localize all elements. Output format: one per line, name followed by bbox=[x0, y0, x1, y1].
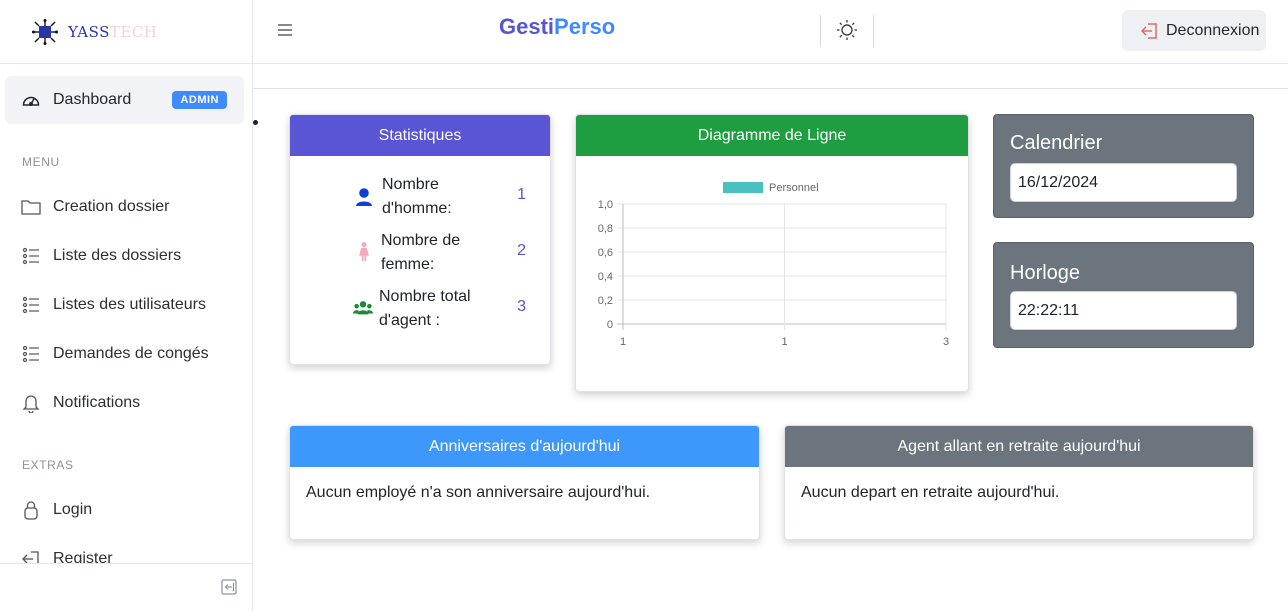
lock-icon bbox=[21, 500, 41, 520]
birthdays-message: Aucun employé n'a son anniversaire aujou… bbox=[306, 484, 651, 501]
stats-card-title: Statistiques bbox=[290, 115, 550, 156]
sidebar-item-label: Liste des dossiers bbox=[53, 247, 182, 264]
y-tick-label: 0,8 bbox=[598, 223, 613, 235]
stat-row-total: Nombre total d'agent : 3 bbox=[290, 284, 550, 336]
bell-icon bbox=[21, 393, 41, 413]
brand-title: GestiPerso bbox=[499, 14, 616, 39]
retirement-title: Agent allant en retraite aujourd'hui bbox=[785, 426, 1253, 467]
sidebar-item-label: Demandes de congés bbox=[53, 345, 209, 362]
y-tick-label: 0 bbox=[607, 319, 613, 331]
retirement-message: Aucun depart en retraite aujourd'hui. bbox=[801, 484, 1060, 501]
stat-value: 1 bbox=[517, 186, 526, 203]
sidebar-item-listes-utilisateurs[interactable]: Listes des utilisateurs bbox=[0, 285, 252, 325]
legend-label: Personnel bbox=[769, 182, 819, 194]
stray-bullet bbox=[253, 120, 258, 125]
logout-icon bbox=[1141, 22, 1157, 39]
stat-value: 2 bbox=[517, 242, 526, 259]
line-chart-card: Diagramme de Ligne Personnel 1,0 0,8 0,6 0,4… bbox=[575, 114, 969, 392]
x-tick-label: 1 bbox=[620, 336, 626, 348]
stat-value: 3 bbox=[517, 298, 526, 315]
stat-row-male: Nombre d'homme: 1 bbox=[290, 172, 550, 224]
y-tick-label: 0,4 bbox=[598, 271, 613, 283]
calendar-title: Calendrier bbox=[1010, 132, 1103, 154]
sub-header-bar bbox=[253, 64, 1288, 89]
sidebar-item-demandes-conges[interactable]: Demandes de congés bbox=[0, 334, 252, 374]
stat-label: Nombre d'homme: bbox=[382, 176, 452, 217]
divider bbox=[873, 15, 874, 47]
y-tick-label: 0,6 bbox=[598, 247, 613, 259]
hamburger-menu-icon[interactable] bbox=[277, 23, 293, 37]
sidebar-item-dashboard[interactable]: Dashboard ADMIN bbox=[5, 76, 244, 124]
clock-time-input[interactable] bbox=[1010, 291, 1237, 330]
divider bbox=[820, 15, 821, 47]
male-icon bbox=[356, 188, 372, 206]
y-tick-label: 1,0 bbox=[598, 199, 613, 211]
logo-icon bbox=[32, 18, 58, 45]
list-icon bbox=[21, 246, 41, 266]
stat-label: Nombre de femme: bbox=[381, 232, 461, 273]
line-chart: Personnel1,00,80,60,40,201 1 3 bbox=[598, 182, 949, 348]
sidebar-item-liste-dossiers[interactable]: Liste des dossiers bbox=[0, 236, 252, 276]
folder-icon bbox=[21, 197, 41, 217]
logo[interactable]: YASSTECH bbox=[0, 0, 252, 64]
stat-label: Nombre total d'agent : bbox=[379, 288, 471, 329]
x-tick-label: 3 bbox=[943, 336, 949, 348]
list-icon bbox=[21, 295, 41, 315]
collapse-sidebar-icon[interactable] bbox=[221, 579, 237, 595]
sidebar-item-creation-dossier[interactable]: Creation dossier bbox=[0, 187, 252, 227]
calendar-card: Calendrier bbox=[993, 114, 1254, 218]
logout-button[interactable]: Deconnexion bbox=[1122, 10, 1266, 51]
theme-toggle-sun-icon[interactable] bbox=[836, 19, 858, 41]
birthdays-title: Anniversaires d'aujourd'hui bbox=[290, 426, 759, 467]
logo-text: YASSTECH bbox=[68, 22, 158, 41]
menu-section-title: MENU bbox=[22, 155, 60, 169]
extras-section-title: EXTRAS bbox=[22, 458, 74, 472]
x-tick-label: 1 bbox=[781, 336, 787, 348]
legend-swatch bbox=[723, 182, 763, 193]
sidebar-item-label: Notifications bbox=[53, 394, 141, 411]
sidebar-item-label: Login bbox=[53, 501, 93, 518]
sidebar-item-label: Listes des utilisateurs bbox=[53, 296, 206, 313]
birthdays-card: Anniversaires d'aujourd'hui Aucun employ… bbox=[289, 425, 760, 540]
sidebar-item-notifications[interactable]: Notifications bbox=[0, 383, 252, 423]
sidebar-item-login[interactable]: Login bbox=[0, 490, 252, 530]
list-icon bbox=[21, 344, 41, 364]
sidebar: YASSTECH Dashboard ADMIN MENU Creation d… bbox=[0, 0, 253, 611]
stats-card: Statistiques Nombre d'homme: 1 Nombre de… bbox=[289, 114, 551, 365]
line-chart-title: Diagramme de Ligne bbox=[576, 115, 968, 156]
sidebar-item-label: Dashboard bbox=[53, 91, 132, 108]
y-tick-label: 0,2 bbox=[598, 295, 613, 307]
sidebar-item-label: Creation dossier bbox=[53, 198, 170, 215]
clock-card: Horloge bbox=[993, 242, 1254, 348]
logout-label: Deconnexion bbox=[1166, 21, 1260, 39]
users-icon bbox=[353, 301, 373, 315]
sidebar-footer bbox=[0, 563, 252, 611]
admin-badge: ADMIN bbox=[172, 91, 227, 109]
clock-title: Horloge bbox=[1010, 262, 1081, 284]
stat-row-female: Nombre de femme: 2 bbox=[290, 228, 550, 280]
calendar-date-input[interactable] bbox=[1010, 163, 1237, 202]
top-header: GestiPerso Deconnexion bbox=[253, 0, 1288, 64]
female-icon bbox=[359, 242, 369, 262]
retirement-card: Agent allant en retraite aujourd'hui Auc… bbox=[784, 425, 1254, 540]
dashboard-icon bbox=[21, 90, 41, 110]
